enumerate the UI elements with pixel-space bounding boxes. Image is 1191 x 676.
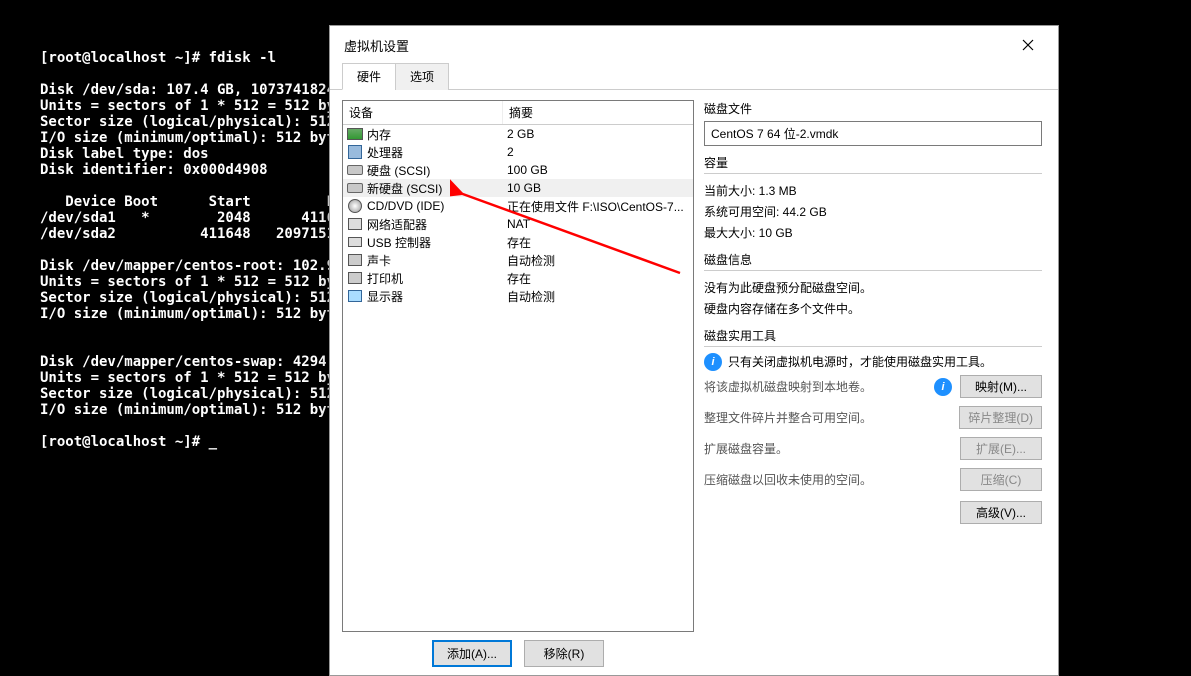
advanced-button[interactable]: 高级(V)... [960,501,1042,524]
device-icon [347,252,363,268]
dialog-titlebar: 虚拟机设置 [330,26,1058,62]
compact-button[interactable]: 压缩(C) [960,468,1042,491]
device-row[interactable]: 网络适配器 NAT [343,215,693,233]
device-row[interactable]: USB 控制器 存在 [343,233,693,251]
device-name: 处理器 [367,144,403,161]
device-name: 硬盘 (SCSI) [367,162,430,179]
tools-tip: 只有关闭虚拟机电源时，才能使用磁盘实用工具。 [728,353,992,370]
device-name: 网络适配器 [367,216,427,233]
tabs: 硬件 选项 [330,62,1058,90]
device-name: 打印机 [367,270,403,287]
diskfile-label: 磁盘文件 [704,100,1042,117]
compact-label: 压缩磁盘以回收未使用的空间。 [704,471,952,488]
device-list-header: 设备 摘要 [343,101,693,125]
device-summary: 正在使用文件 F:\ISO\CentOS-7... [503,198,691,215]
capacity-free: 系统可用空间: 44.2 GB [704,201,1042,222]
device-summary: 存在 [503,270,691,287]
device-summary: 自动检测 [503,288,691,305]
vm-settings-dialog: 虚拟机设置 硬件 选项 设备 摘要 内存 2 GB 处理器 2 硬盘 (SCSI) 100… [329,25,1059,676]
remove-button[interactable]: 移除(R) [524,640,604,667]
add-button[interactable]: 添加(A)... [432,640,512,667]
map-label: 将该虚拟机磁盘映射到本地卷。 [704,378,926,395]
device-summary: 自动检测 [503,252,691,269]
device-icon [347,180,363,196]
diskinfo-line1: 没有为此硬盘预分配磁盘空间。 [704,277,1042,298]
expand-button[interactable]: 扩展(E)... [960,437,1042,460]
device-icon [347,288,363,304]
device-row[interactable]: 新硬盘 (SCSI) 10 GB [343,179,693,197]
close-icon [1022,39,1034,51]
device-row[interactable]: 硬盘 (SCSI) 100 GB [343,161,693,179]
device-row[interactable]: CD/DVD (IDE) 正在使用文件 F:\ISO\CentOS-7... [343,197,693,215]
device-row[interactable]: 内存 2 GB [343,125,693,143]
device-icon [347,198,363,214]
defrag-label: 整理文件碎片并整合可用空间。 [704,409,951,426]
close-button[interactable] [1008,31,1048,59]
info-icon: i [704,353,722,371]
device-list[interactable]: 设备 摘要 内存 2 GB 处理器 2 硬盘 (SCSI) 100 GB 新硬盘 (SCSI… [342,100,694,632]
capacity-current: 当前大小: 1.3 MB [704,180,1042,201]
device-icon [347,216,363,232]
device-row[interactable]: 声卡 自动检测 [343,251,693,269]
info-icon: i [934,378,952,396]
tools-label: 磁盘实用工具 [704,327,1042,344]
device-name: 声卡 [367,252,391,269]
device-icon [347,162,363,178]
map-button[interactable]: 映射(M)... [960,375,1042,398]
capacity-label: 容量 [704,154,1042,171]
dialog-title: 虚拟机设置 [344,36,409,55]
device-summary: 100 GB [503,163,691,177]
capacity-max: 最大大小: 10 GB [704,222,1042,243]
device-name: USB 控制器 [367,234,431,251]
device-summary: 2 [503,145,691,159]
device-row[interactable]: 打印机 存在 [343,269,693,287]
col-summary: 摘要 [503,101,693,124]
diskfile-value[interactable]: CentOS 7 64 位-2.vmdk [704,121,1042,146]
tab-hardware[interactable]: 硬件 [342,63,396,90]
device-name: 新硬盘 (SCSI) [367,180,442,197]
device-summary: 存在 [503,234,691,251]
device-icon [347,234,363,250]
device-row[interactable]: 处理器 2 [343,143,693,161]
device-summary: NAT [503,217,691,231]
diskinfo-label: 磁盘信息 [704,251,1042,268]
device-icon [347,144,363,160]
defrag-button[interactable]: 碎片整理(D) [959,406,1042,429]
device-name: 内存 [367,126,391,143]
expand-label: 扩展磁盘容量。 [704,440,952,457]
col-device: 设备 [343,101,503,124]
tab-options[interactable]: 选项 [395,63,449,90]
device-row[interactable]: 显示器 自动检测 [343,287,693,305]
device-summary: 2 GB [503,127,691,141]
device-icon [347,126,363,142]
device-name: 显示器 [367,288,403,305]
device-icon [347,270,363,286]
diskinfo-line2: 硬盘内容存储在多个文件中。 [704,298,1042,319]
device-name: CD/DVD (IDE) [367,199,444,213]
device-summary: 10 GB [503,181,691,195]
